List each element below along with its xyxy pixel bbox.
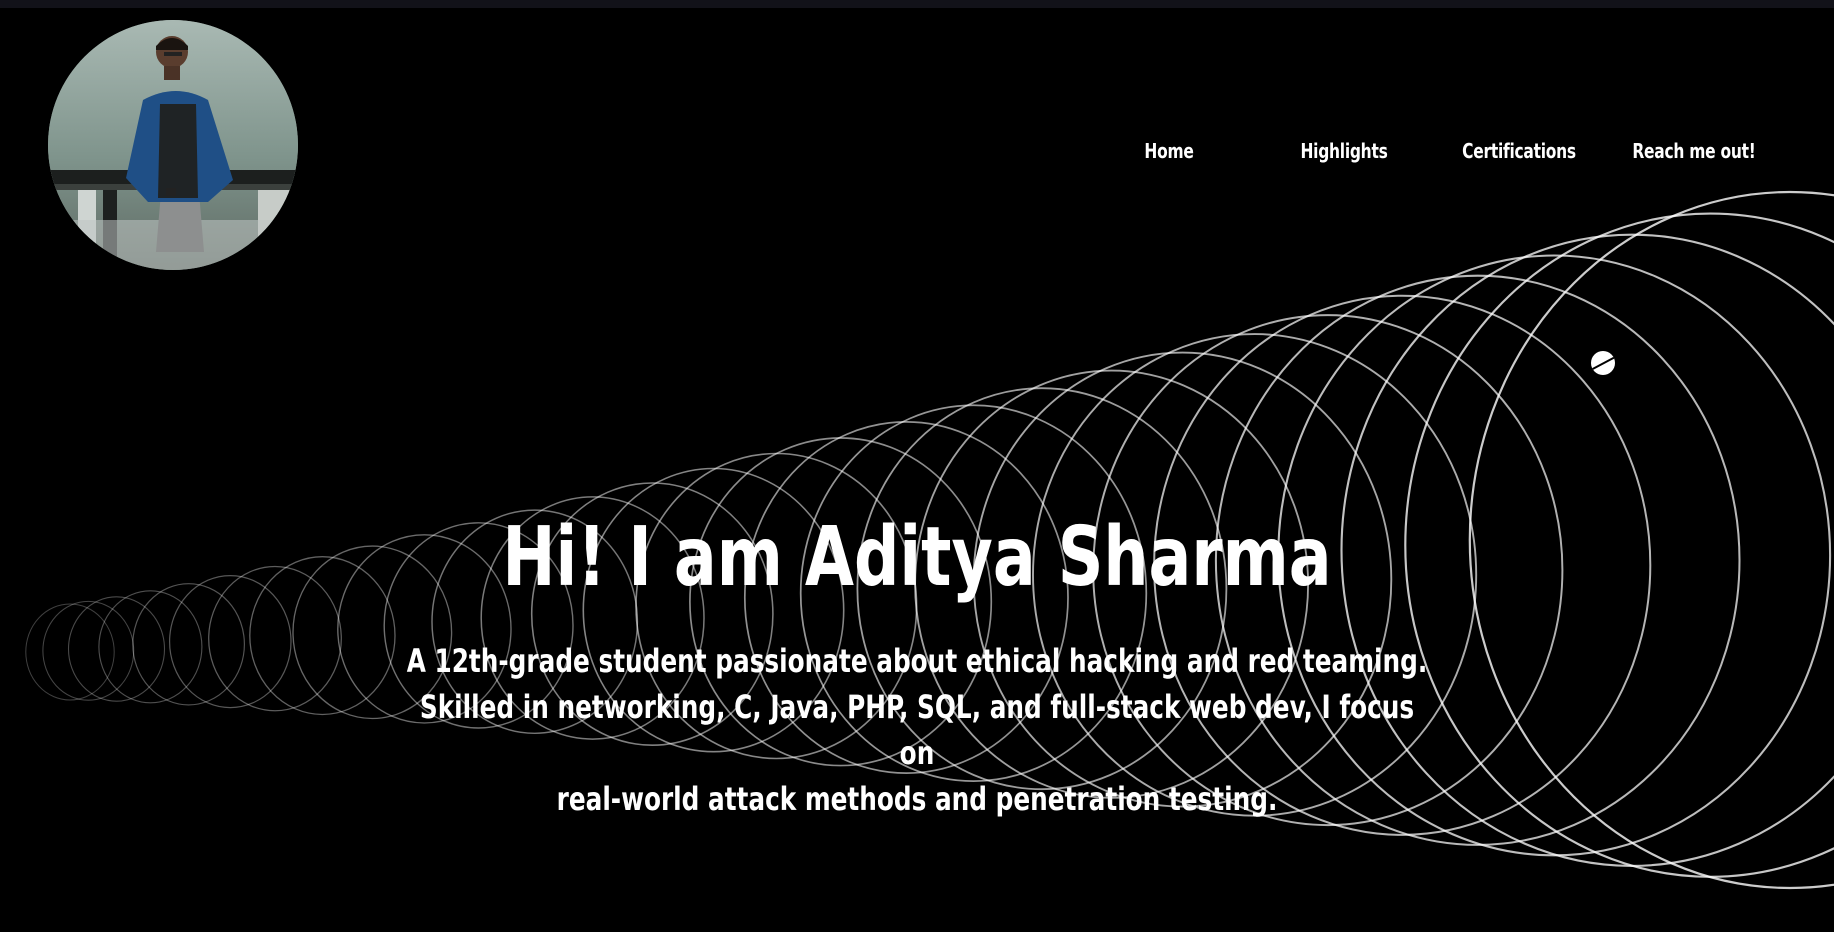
nav-home[interactable]: Home xyxy=(1144,139,1193,163)
background-ring xyxy=(25,603,115,701)
hero-description: A 12th-grade student passionate about et… xyxy=(401,638,1433,822)
main-nav: Home Highlights Certifications Reach me … xyxy=(0,139,1834,167)
hero-description-line-3: real-world attack methods and penetratio… xyxy=(556,780,1278,818)
background-ring xyxy=(42,600,135,701)
hero-description-line-2: Skilled in networking, C, Java, PHP, SQL… xyxy=(419,688,1415,772)
nav-certifications[interactable]: Certifications xyxy=(1462,139,1576,163)
hero-title: Hi! I am Aditya Sharma xyxy=(502,510,1332,605)
nav-reach-me-out[interactable]: Reach me out! xyxy=(1632,139,1755,163)
page: Home Highlights Certifications Reach me … xyxy=(0,0,1834,932)
hero-description-line-1: A 12th-grade student passionate about et… xyxy=(406,642,1428,680)
nav-highlights[interactable]: Highlights xyxy=(1300,139,1387,163)
cursor-dot-icon xyxy=(1591,351,1615,375)
